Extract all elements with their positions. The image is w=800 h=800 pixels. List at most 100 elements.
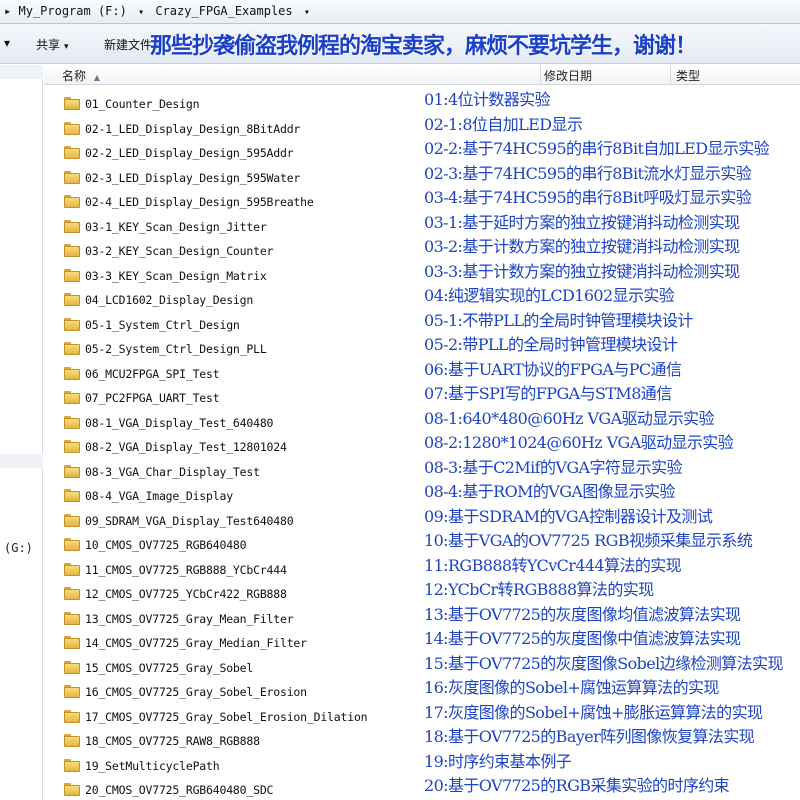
annotation-text: 11:RGB888转YCvCr444算法的实现 [424,555,682,575]
file-row[interactable]: 06_MCU2FPGA_SPI_Test [44,362,424,386]
annotation-text: 01:4位计数器实验 [424,90,551,109]
file-row[interactable]: 09_SDRAM_VGA_Display_Test640480 [44,509,424,533]
annotation-text: 03-1:基于延时方案的独立按键消抖动检测实现 [424,212,740,232]
breadcrumb-folder[interactable]: Crazy_FPGA_Examples [155,4,292,18]
folder-icon [64,587,80,600]
annotation-text: 17:灰度图像的Sobel+腐蚀+膨胀运算算法的实现 [424,702,763,722]
file-row[interactable]: 10_CMOS_OV7725_RGB640480 [44,533,424,557]
column-divider[interactable] [540,65,541,85]
file-row[interactable]: 11_CMOS_OV7725_RGB888_YCbCr444 [44,558,424,582]
annotation-text: 03-2:基于计数方案的独立按键消抖动检测实现 [424,237,740,256]
annotation-text: 10:基于VGA的OV7725 RGB视频采集显示系统 [424,531,753,550]
file-row[interactable]: 15_CMOS_OV7725_Gray_Sobel [44,656,424,680]
folder-icon [64,538,80,551]
annotation-text: 04:纯逻辑实现的LCD1602显示实验 [424,286,675,305]
annotation-text: 06:基于UART协议的FPGA与PC通信 [424,359,682,379]
file-name: 03-1_KEY_Scan_Design_Jitter [85,219,267,234]
file-name: 11_CMOS_OV7725_RGB888_YCbCr444 [85,562,287,577]
annotation-text: 15:基于OV7725的灰度图像Sobel边缘检测算法实现 [424,653,783,673]
file-row[interactable]: 19_SetMulticyclePath [44,754,424,778]
folder-icon [64,342,80,355]
file-row[interactable]: 18_CMOS_OV7725_RAW8_RGB888 [44,729,424,753]
file-name: 13_CMOS_OV7725_Gray_Mean_Filter [85,611,294,626]
folder-icon [64,734,80,747]
file-name: 14_CMOS_OV7725_Gray_Median_Filter [85,636,307,650]
file-row[interactable]: 03-2_KEY_Scan_Design_Counter [44,239,424,263]
breadcrumb-separator-icon[interactable]: ▸ [4,4,11,18]
folder-icon [64,685,80,698]
navigation-pane[interactable]: (G:) [0,65,43,800]
column-modified[interactable]: 修改日期 [544,67,592,84]
annotation-text: 20:基于OV7725的RGB采集实验的时序约束 [424,776,730,795]
file-row[interactable]: 16_CMOS_OV7725_Gray_Sobel_Erosion [44,680,424,704]
folder-icon [64,758,80,772]
folder-icon [64,440,80,453]
file-row[interactable]: 02-1_LED_Display_Design_8BitAddr [44,117,424,141]
file-row[interactable]: 08-4_VGA_Image_Display [44,484,424,508]
folder-icon [64,660,80,674]
folder-icon [64,611,80,625]
column-divider[interactable] [670,65,671,85]
file-row[interactable]: 05-1_System_Ctrl_Design [44,313,424,337]
address-bar[interactable]: ▸ My_Program (F:) ▾ Crazy_FPGA_Examples … [0,0,800,24]
file-name: 06_MCU2FPGA_SPI_Test [85,366,220,381]
file-name: 17_CMOS_OV7725_Gray_Sobel_Erosion_Dilati… [85,709,368,724]
column-name[interactable]: 名称 ▲ [62,67,100,84]
chevron-down-icon: ▾ [64,42,69,52]
annotation-text: 05-2:带PLL的全局时钟管理模块设计 [424,335,678,354]
breadcrumb-dropdown-icon[interactable]: ▾ [304,7,310,18]
annotation-text: 14:基于OV7725的灰度图像中值滤波算法实现 [424,629,741,648]
share-button[interactable]: 共享 ▾ [36,36,69,53]
nav-item[interactable] [0,65,43,79]
folder-icon [64,293,80,306]
file-row[interactable]: 05-2_System_Ctrl_Design_PLL [44,337,424,361]
file-row[interactable]: 08-1_VGA_Display_Test_640480 [44,411,424,435]
annotation-text: 09:基于SDRAM的VGA控制器设计及测试 [424,506,713,526]
file-row[interactable]: 04_LCD1602_Display_Design [44,288,424,312]
file-name: 03-3_KEY_Scan_Design_Matrix [85,268,267,283]
file-name: 07_PC2FPGA_UART_Test [85,391,220,405]
file-name: 12_CMOS_OV7725_YCbCr422_RGB888 [85,587,287,601]
file-row[interactable]: 13_CMOS_OV7725_Gray_Mean_Filter [44,607,424,631]
annotation-text: 08-3:基于C2Mif的VGA字符显示实验 [424,457,682,477]
file-row[interactable]: 20_CMOS_OV7725_RGB640480_SDC [44,778,424,800]
column-name-label: 名称 [62,69,87,83]
file-row[interactable]: 08-3_VGA_Char_Display_Test [44,460,424,484]
nav-drive-g[interactable]: (G:) [4,541,33,555]
file-name: 10_CMOS_OV7725_RGB640480 [85,538,247,552]
file-name: 08-4_VGA_Image_Display [85,489,233,503]
breadcrumb[interactable]: ▸ My_Program (F:) ▾ Crazy_FPGA_Examples … [4,4,314,18]
warning-banner: 那些抄袭偷盗我例程的淘宝卖家，麻烦不要坑学生，谢谢！ [150,33,697,59]
file-row[interactable]: 02-2_LED_Display_Design_595Addr [44,141,424,165]
file-name: 08-1_VGA_Display_Test_640480 [85,415,274,430]
annotation-text: 02-2:基于74HC595的串行8Bit自加LED显示实验 [424,139,770,158]
file-row[interactable]: 01_Counter_Design [44,92,424,116]
folder-icon [64,317,80,331]
sort-ascending-icon: ▲ [93,73,100,82]
column-type[interactable]: 类型 [676,67,700,84]
folder-icon [64,513,80,527]
breadcrumb-drive[interactable]: My_Program (F:) [18,4,126,18]
file-row[interactable]: 14_CMOS_OV7725_Gray_Median_Filter [44,631,424,655]
folder-icon [64,709,80,723]
nav-item[interactable] [0,454,43,468]
file-row[interactable]: 03-1_KEY_Scan_Design_Jitter [44,215,424,239]
file-name: 02-4_LED_Display_Design_595Breathe [85,195,314,209]
folder-icon [64,244,80,257]
folder-icon [64,268,80,282]
file-row[interactable]: 17_CMOS_OV7725_Gray_Sobel_Erosion_Dilati… [44,705,424,729]
file-name: 04_LCD1602_Display_Design [85,293,254,307]
file-row[interactable]: 08-2_VGA_Display_Test_12801024 [44,435,424,459]
file-name: 05-2_System_Ctrl_Design_PLL [85,342,267,356]
annotation-text: 03-4:基于74HC595的串行8Bit呼吸灯显示实验 [424,188,752,207]
organize-dropdown-icon[interactable]: ▾ [4,36,10,50]
annotation-text: 07:基于SPI写的FPGA与STM8通信 [424,384,672,403]
breadcrumb-dropdown-icon[interactable]: ▾ [138,7,144,18]
file-row[interactable]: 03-3_KEY_Scan_Design_Matrix [44,264,424,288]
file-row[interactable]: 07_PC2FPGA_UART_Test [44,386,424,410]
annotation-text: 08-4:基于ROM的VGA图像显示实验 [424,482,675,501]
file-row[interactable]: 02-4_LED_Display_Design_595Breathe [44,190,424,214]
file-row[interactable]: 02-3_LED_Display_Design_595Water [44,166,424,190]
file-row[interactable]: 12_CMOS_OV7725_YCbCr422_RGB888 [44,582,424,606]
annotation-text: 16:灰度图像的Sobel+腐蚀运算算法的实现 [424,678,719,697]
